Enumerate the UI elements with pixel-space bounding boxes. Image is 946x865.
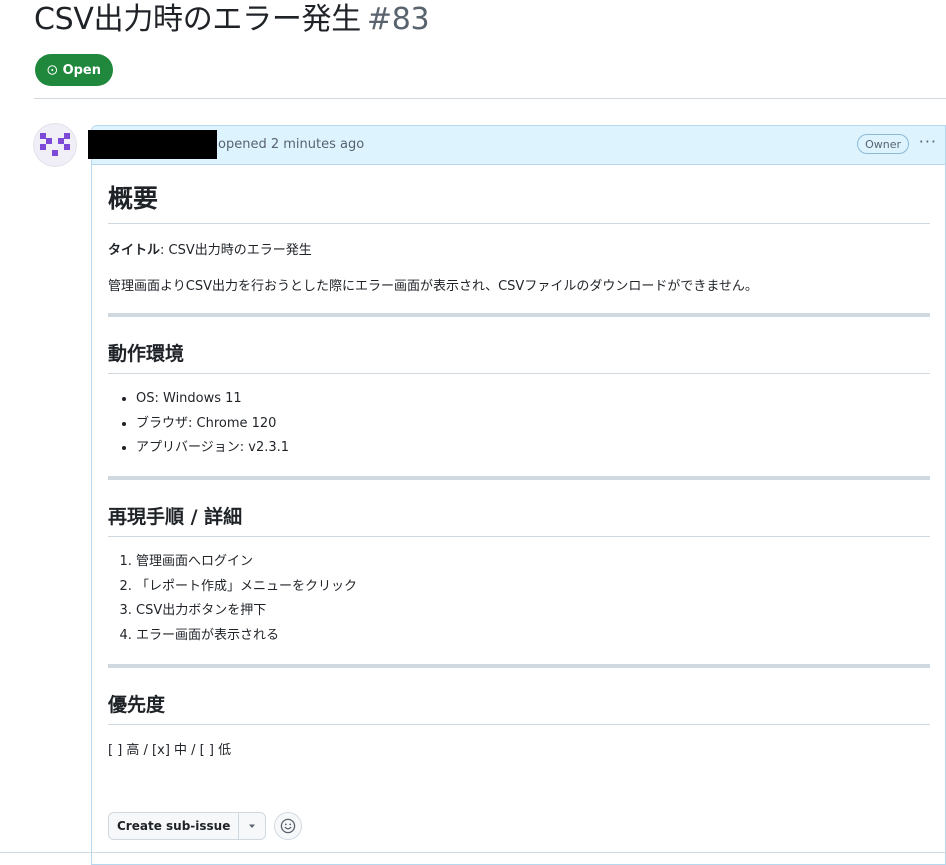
comment-header: opened 2 minutes ago Owner ··· xyxy=(88,126,945,165)
triangle-down-icon xyxy=(249,824,256,828)
comment-actions: Create sub-issue xyxy=(108,812,303,840)
section-divider xyxy=(108,476,930,480)
priority-text: [ ] 高 / [x] 中 / [ ] 低 xyxy=(108,742,232,758)
list-item: CSV出力ボタンを押下 xyxy=(136,601,930,621)
header-divider xyxy=(34,98,946,99)
section-divider xyxy=(108,663,930,668)
issue-number: #83 xyxy=(366,2,430,37)
issue-open-icon xyxy=(47,65,58,75)
list-item: 管理画面へログイン xyxy=(136,552,930,572)
section-divider xyxy=(108,313,930,317)
heading-steps: 再現手順 / 詳細 xyxy=(108,504,930,537)
list-item: 「レポート作成」メニューをクリック xyxy=(136,577,930,597)
title-line: タイトル: CSV出力時のエラー発生 xyxy=(108,241,930,261)
status-label: Open xyxy=(62,62,101,78)
environment-list: OS: Windows 11 ブラウザ: Chrome 120 アプリバージョン… xyxy=(108,389,930,458)
page-bottom-divider xyxy=(0,852,946,853)
list-item: エラー画面が表示される xyxy=(136,626,930,646)
create-sub-issue-button[interactable]: Create sub-issue xyxy=(109,813,240,839)
list-item: アプリバージョン: v2.3.1 xyxy=(136,438,930,458)
heading-overview: 概要 xyxy=(108,165,930,224)
smiley-icon xyxy=(281,818,296,834)
identicon xyxy=(40,133,70,156)
heading-priority: 優先度 xyxy=(108,692,930,725)
comment-body: 概要 タイトル: CSV出力時のエラー発生 管理画面よりCSV出力を行おうとした… xyxy=(92,165,930,761)
list-item: ブラウザ: Chrome 120 xyxy=(136,414,930,434)
add-reaction-button[interactable] xyxy=(274,812,303,840)
heading-environment: 動作環境 xyxy=(108,341,930,374)
title-label: タイトル xyxy=(108,243,161,258)
issue-comment: opened 2 minutes ago Owner ··· 概要 タイトル: … xyxy=(88,125,946,865)
comment-menu-icon[interactable]: ··· xyxy=(919,132,937,151)
status-badge: Open xyxy=(35,54,113,86)
owner-badge: Owner xyxy=(857,134,909,154)
issue-title-text: CSV出力時のエラー発生 xyxy=(34,2,361,37)
sub-issue-dropdown-button[interactable] xyxy=(239,813,265,839)
description: 管理画面よりCSV出力を行おうとした際にエラー画面が表示され、CSVファイルのダ… xyxy=(108,279,758,294)
avatar[interactable] xyxy=(34,124,76,166)
list-item: OS: Windows 11 xyxy=(136,389,930,409)
steps-list: 管理画面へログイン 「レポート作成」メニューをクリック CSV出力ボタンを押下 … xyxy=(108,552,930,646)
redacted-author xyxy=(88,130,217,159)
create-sub-issue-split-button: Create sub-issue xyxy=(108,812,267,840)
opened-timestamp: opened 2 minutes ago xyxy=(218,137,365,152)
issue-title: CSV出力時のエラー発生 #83 xyxy=(34,0,430,40)
title-value: : CSV出力時のエラー発生 xyxy=(160,243,312,258)
